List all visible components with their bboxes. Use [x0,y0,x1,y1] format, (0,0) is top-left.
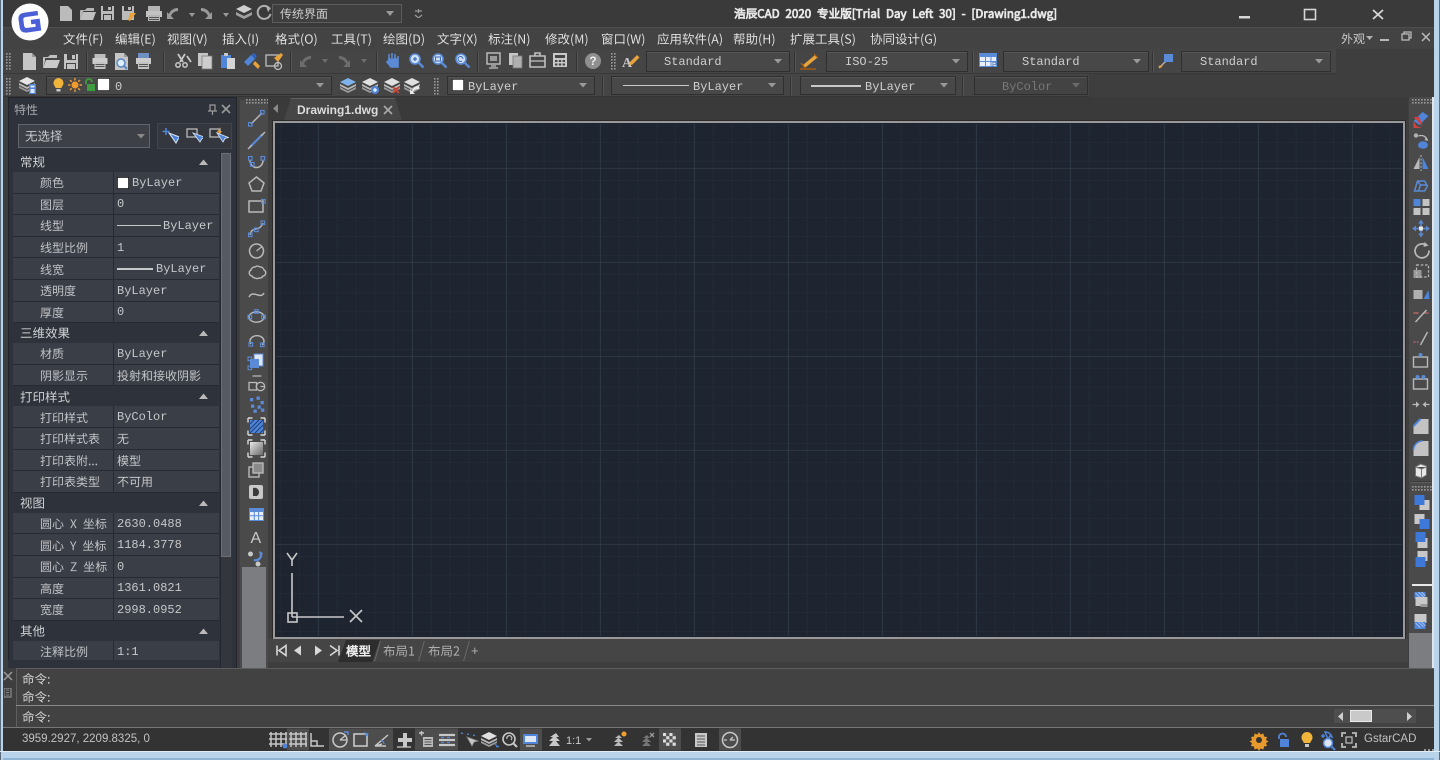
svg-text:A: A [251,530,262,547]
svg-text:P: P [992,62,997,69]
svg-text:?: ? [589,54,596,68]
svg-text:1:1: 1:1 [566,735,581,747]
